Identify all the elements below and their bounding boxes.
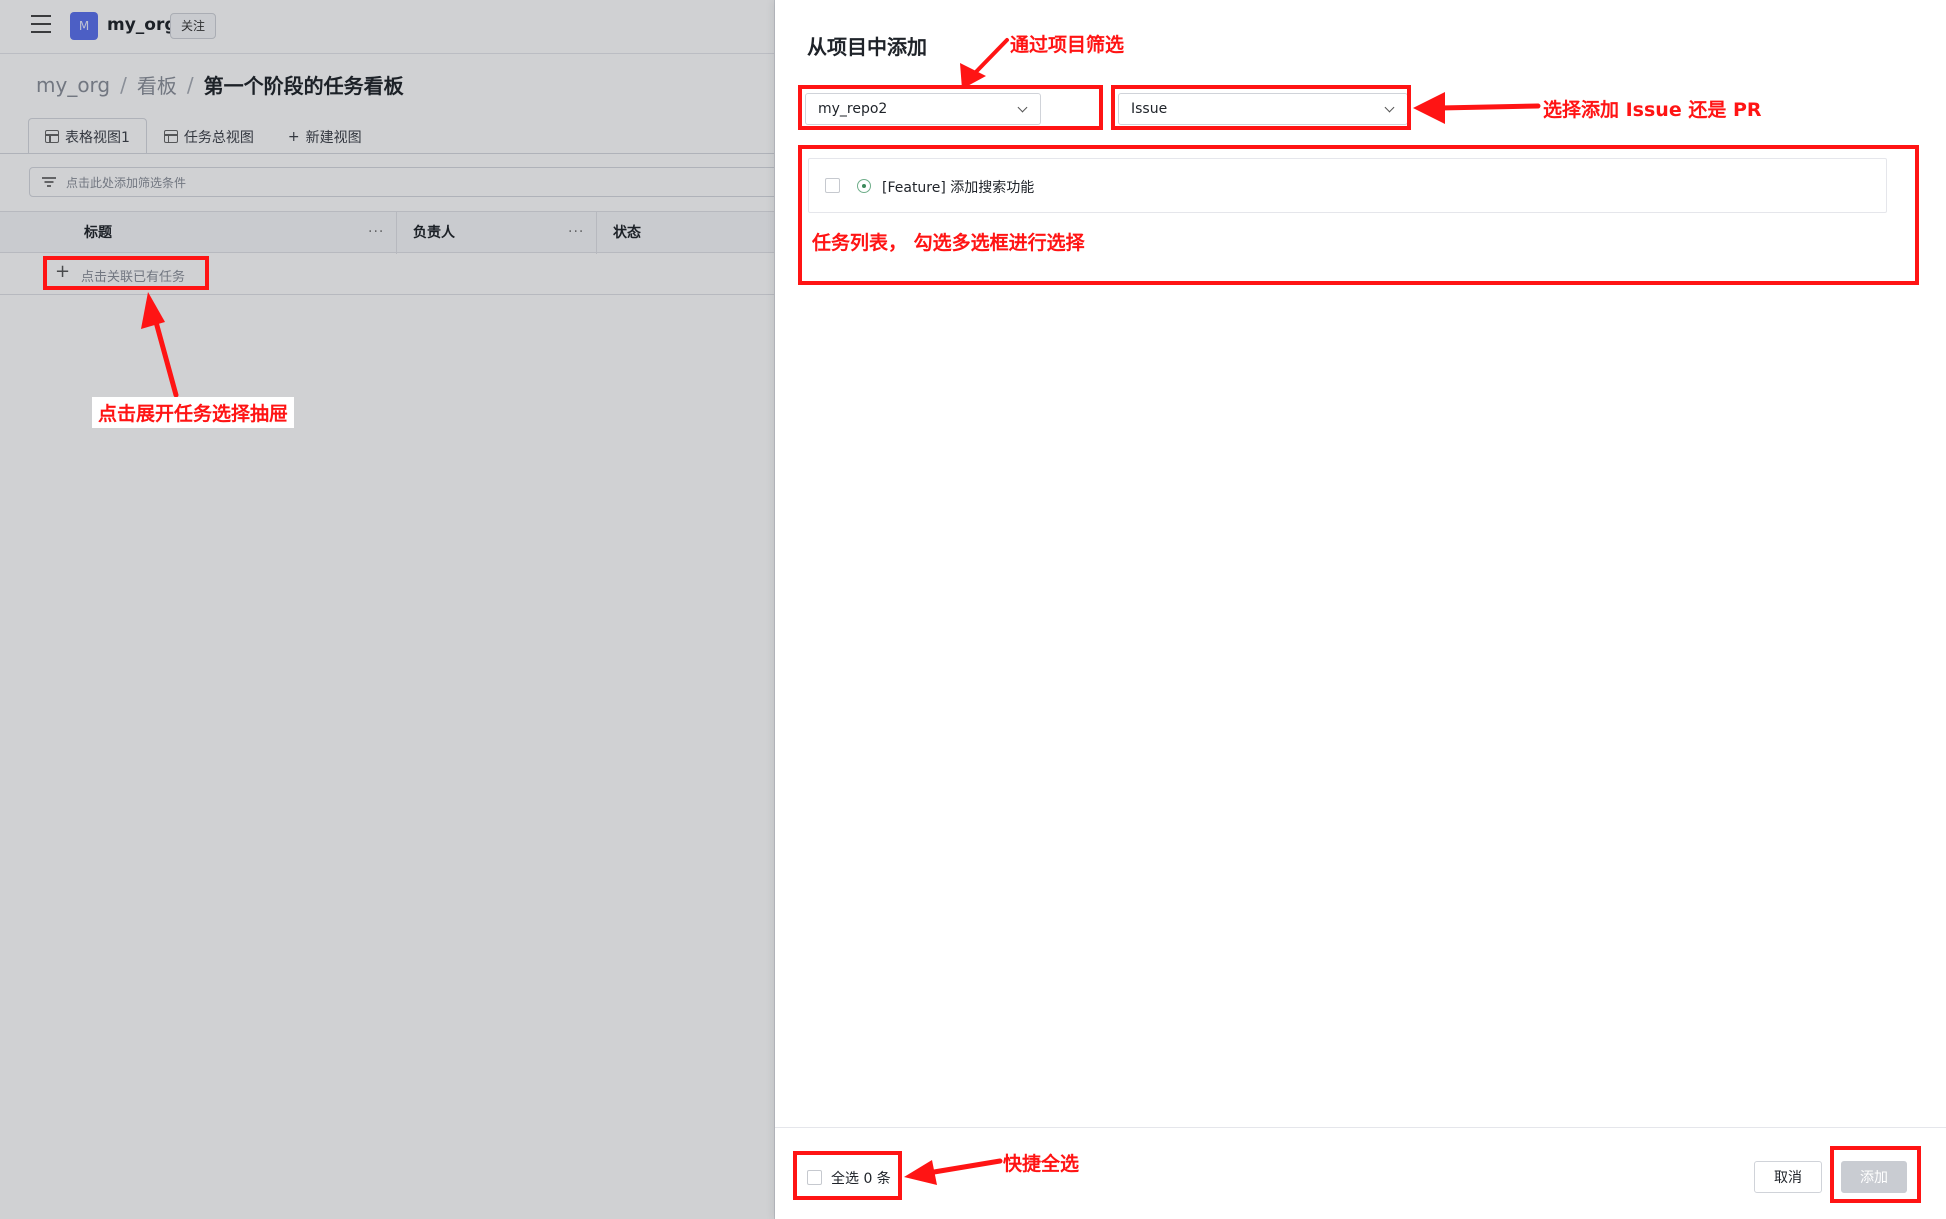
drawer-title: 从项目中添加 [807,35,927,59]
highlight-repo-select [798,85,1103,130]
annotation-open-drawer: 点击展开任务选择抽屉 [92,397,295,428]
highlight-add-button [1830,1146,1921,1203]
highlight-select-all [793,1151,902,1200]
cancel-button[interactable]: 取消 [1754,1161,1822,1193]
drawer-footer: 全选 0 条 取消 添加 [775,1127,1946,1219]
highlight-type-select [1111,85,1411,130]
annotation-type-choice: 选择添加 Issue 还是 PR [1543,99,1762,121]
annotation-select-all: 快捷全选 [1003,1153,1080,1175]
highlight-task-list [798,145,1919,285]
highlight-link-task-row [43,256,209,290]
annotation-task-list: 任务列表， 勾选多选框进行选择 [812,232,1085,254]
annotation-repo-filter: 通过项目筛选 [1010,34,1125,56]
drawer-mask[interactable] [0,0,775,1219]
